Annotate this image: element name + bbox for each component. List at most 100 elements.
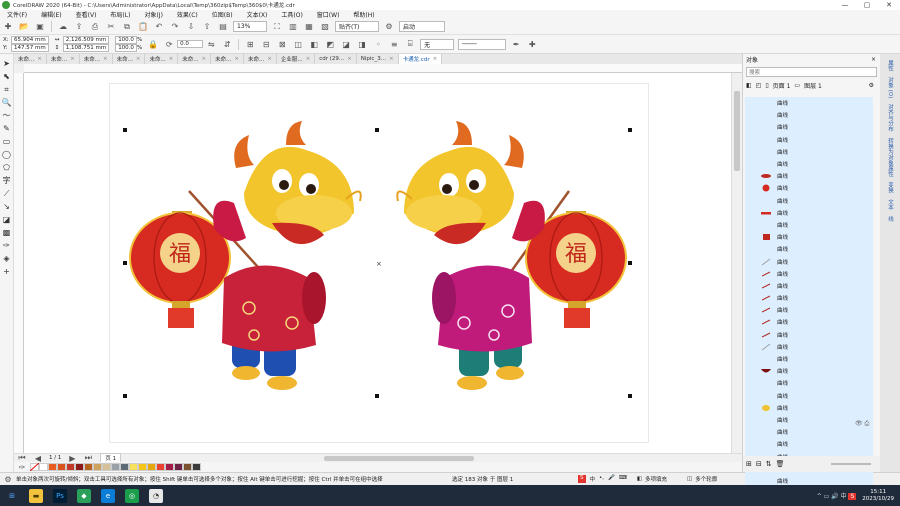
transparency-icon[interactable]: ▩ <box>1 226 13 239</box>
drop-shadow-icon[interactable]: ◪ <box>1 213 13 226</box>
docker-page-label[interactable]: 页面 1 <box>773 81 791 90</box>
close-icon[interactable]: × <box>267 56 272 62</box>
selection-handle[interactable] <box>375 394 379 398</box>
object-tree-row[interactable]: 曲线 <box>745 158 873 170</box>
crop-icon[interactable]: ⌗ <box>1 83 13 96</box>
doc-tab[interactable]: 未命... × <box>211 54 245 64</box>
tab-transform[interactable]: 变换 <box>886 182 894 193</box>
lock-ratio-icon[interactable]: 🔒 <box>147 38 159 50</box>
guidelines-icon[interactable]: ▧ <box>319 21 331 33</box>
color-swatch[interactable] <box>66 463 75 471</box>
selection-handle[interactable] <box>123 394 127 398</box>
fill-select[interactable]: 无 <box>420 38 455 50</box>
new-document-icon[interactable]: ✚ <box>2 21 14 33</box>
menu-bitmaps[interactable]: 位图(B) <box>205 10 240 19</box>
launch-select[interactable]: 启动 <box>399 21 445 32</box>
object-tree-row[interactable]: 曲线 <box>745 182 873 194</box>
color-swatch[interactable] <box>120 463 129 471</box>
object-tree-row[interactable]: 曲线 <box>745 438 873 450</box>
color-swatch[interactable] <box>192 463 201 471</box>
color-swatch[interactable] <box>102 463 111 471</box>
group-icon[interactable]: ⊞ <box>244 38 256 50</box>
doc-tab[interactable]: 未命... × <box>14 54 47 64</box>
color-swatch[interactable] <box>138 463 147 471</box>
text-icon[interactable]: 字 <box>1 174 13 187</box>
search-app-icon[interactable]: ◔ <box>149 488 163 503</box>
object-tree-row[interactable]: 曲线 <box>745 280 873 292</box>
minimize-button[interactable]: — <box>834 0 856 10</box>
menu-object[interactable]: 对象(J) <box>137 10 169 19</box>
object-tree-row[interactable]: 曲线 <box>745 121 873 133</box>
menu-help[interactable]: 帮助(H) <box>346 10 381 19</box>
selection-handle[interactable] <box>628 394 632 398</box>
doc-tab[interactable]: 企业服... × <box>277 54 316 64</box>
object-tree-row[interactable]: 曲线 <box>745 268 873 280</box>
object-tree-row[interactable]: 曲线 <box>745 390 873 402</box>
color-swatch[interactable] <box>39 463 48 471</box>
export-icon[interactable]: ⇧ <box>201 21 213 33</box>
quick-customize-icon[interactable]: ✚ <box>526 38 538 50</box>
file-explorer-icon[interactable]: ▬ <box>29 488 43 503</box>
color-swatch[interactable] <box>156 463 165 471</box>
full-screen-icon[interactable]: ⛶ <box>271 21 283 33</box>
tab-text[interactable]: 文本 <box>886 199 894 210</box>
ungroup-icon[interactable]: ⊟ <box>260 38 272 50</box>
paste-icon[interactable]: 📋 <box>137 21 149 33</box>
menu-edit[interactable]: 编辑(E) <box>34 10 68 19</box>
rulers-icon[interactable]: ▥ <box>287 21 299 33</box>
menu-window[interactable]: 窗口(W) <box>310 10 347 19</box>
close-icon[interactable]: × <box>169 56 174 62</box>
scale-x-input[interactable]: 100.0 <box>115 36 137 44</box>
connector-icon[interactable]: ↘ <box>1 200 13 213</box>
color-swatch[interactable] <box>84 463 93 471</box>
object-tree-row[interactable]: 曲线 <box>745 195 873 207</box>
menu-file[interactable]: 文件(F) <box>0 10 34 19</box>
tab-convert-object[interactable]: 转换为对象属性 <box>886 138 894 177</box>
color-swatch[interactable] <box>129 463 138 471</box>
color-swatch[interactable] <box>57 463 66 471</box>
no-color-swatch[interactable] <box>30 463 39 471</box>
combine-icon[interactable]: ◫ <box>292 38 304 50</box>
tab-properties[interactable]: 属性 <box>886 60 894 71</box>
vertical-ruler[interactable] <box>14 73 24 453</box>
object-tree-row[interactable]: 曲线 <box>745 219 873 231</box>
polygon-icon[interactable]: ⬠ <box>1 161 13 174</box>
intersect-icon[interactable]: ◨ <box>356 38 368 50</box>
cloud-icon[interactable]: ☁ <box>57 21 69 33</box>
horizontal-scroll-thumb[interactable] <box>324 456 474 461</box>
object-tree-row[interactable]: 曲线 <box>745 316 873 328</box>
edge-browser-icon[interactable]: e <box>101 488 115 503</box>
selection-handle[interactable] <box>628 128 632 132</box>
color-swatch[interactable] <box>93 463 102 471</box>
close-icon[interactable]: × <box>389 56 394 62</box>
break-apart-icon[interactable]: ◧ <box>308 38 320 50</box>
wrap-text-icon[interactable]: ⌸ <box>404 38 416 50</box>
parallel-dimension-icon[interactable]: ⟋ <box>1 187 13 200</box>
object-tree-row[interactable]: 曲线 <box>745 304 873 316</box>
open-folder-icon[interactable]: 📂 <box>18 21 30 33</box>
rectangle-icon[interactable]: ▭ <box>1 135 13 148</box>
weld-icon[interactable]: ◩ <box>324 38 336 50</box>
object-tree-row[interactable]: 曲线 <box>745 170 873 182</box>
outline-width-select[interactable]: ──── <box>458 38 507 50</box>
menu-text[interactable]: 文本(X) <box>240 10 275 19</box>
doc-tab-active[interactable]: 卡通龙.cdr × <box>398 54 443 64</box>
doc-tab[interactable]: 未命... × <box>178 54 212 64</box>
coreldraw-taskbar-icon[interactable]: ◆ <box>77 488 91 503</box>
y-position-input[interactable]: 147.57 mm <box>11 44 49 52</box>
doc-tab[interactable]: 未命... × <box>47 54 80 64</box>
status-gear-icon[interactable]: ⚙ <box>2 473 14 485</box>
width-input[interactable]: 2,126.509 mm <box>62 36 110 44</box>
undo-icon[interactable]: ↶ <box>153 21 165 33</box>
doc-tab[interactable]: 未命... × <box>80 54 113 64</box>
wechat-icon[interactable]: ◎ <box>125 488 139 503</box>
doc-tab[interactable]: 未命... × <box>113 54 146 64</box>
height-input[interactable]: 1,108.751 mm <box>62 44 110 52</box>
close-icon[interactable]: × <box>37 56 42 62</box>
mirror-vertical-icon[interactable]: ⇵ <box>221 38 233 50</box>
snap-to-select[interactable]: 贴齐(T) <box>335 21 379 32</box>
eyedropper-icon[interactable]: ✑ <box>1 239 13 252</box>
shape-tool-icon[interactable]: ⬉ <box>1 70 13 83</box>
color-swatch[interactable] <box>174 463 183 471</box>
ime-punct-icon[interactable]: •, <box>599 475 604 483</box>
